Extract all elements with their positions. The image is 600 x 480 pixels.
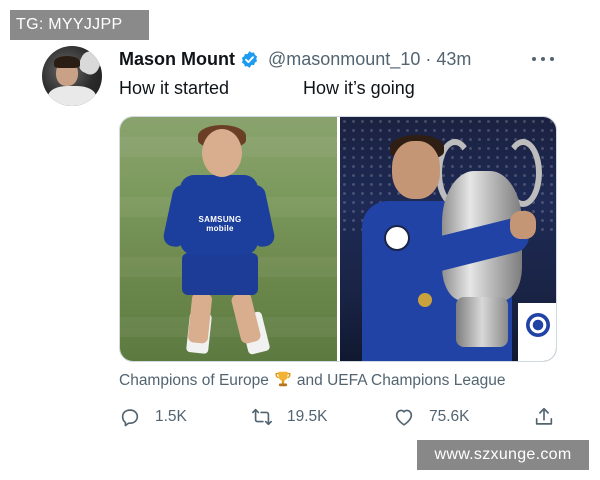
starball-icon — [526, 313, 550, 337]
bottom-watermark: www.szxunge.com — [417, 440, 589, 470]
medal — [418, 293, 432, 307]
avatar-shirt — [48, 86, 96, 106]
tweet-text-left: How it started — [119, 78, 230, 98]
more-dot — [541, 57, 545, 61]
avatar[interactable] — [42, 46, 102, 106]
header-separator: · — [425, 48, 432, 69]
retweet-icon — [252, 408, 272, 426]
avatar-hair — [54, 56, 80, 68]
tweet-actions: 1.5K 19.5K 75.6K — [119, 404, 559, 430]
more-options-icon[interactable] — [530, 50, 556, 68]
reply-button[interactable]: 1.5K — [119, 404, 187, 430]
caption-text-after: and UEFA Champions League — [296, 372, 506, 389]
tweet-text-right: How it’s going — [303, 78, 415, 98]
share-icon — [535, 407, 553, 425]
author-name[interactable]: Mason Mount — [119, 49, 235, 70]
verified-badge-icon — [240, 50, 259, 69]
tweet-media[interactable]: SAMSUNG mobile — [119, 116, 557, 362]
kid-shorts — [182, 253, 258, 295]
reply-count: 1.5K — [155, 408, 187, 425]
avatar-background-shape — [76, 48, 102, 78]
grass-stripe — [120, 317, 337, 337]
retweet-button[interactable]: 19.5K — [251, 404, 328, 430]
tweet-timestamp[interactable]: 43m — [436, 49, 471, 70]
more-dot — [532, 57, 536, 61]
player-hand — [510, 211, 536, 239]
reply-icon — [121, 409, 139, 427]
share-button[interactable] — [533, 404, 555, 430]
tweet-header: Mason Mount @masonmount_10 · 43m — [119, 48, 471, 70]
media-image-right[interactable] — [340, 117, 556, 361]
kid-head — [202, 129, 242, 177]
ucl-badge-icon — [384, 225, 410, 251]
heart-icon — [395, 409, 413, 426]
like-button[interactable]: 75.6K — [393, 404, 470, 430]
retweet-count: 19.5K — [287, 408, 328, 425]
trophy-base — [456, 297, 508, 347]
author-handle[interactable]: @masonmount_10 — [268, 49, 420, 70]
player-head — [392, 141, 440, 199]
more-dot — [550, 57, 554, 61]
media-caption: Champions of Europe and UEFA Champions L… — [119, 370, 505, 390]
like-count: 75.6K — [429, 408, 470, 425]
trophy-emoji-icon — [274, 370, 292, 388]
kid-shirt-sponsor: SAMSUNG mobile — [198, 215, 242, 233]
media-image-left[interactable]: SAMSUNG mobile — [120, 117, 337, 361]
top-watermark: TG: MYYJJPP — [10, 10, 149, 40]
caption-text-before: Champions of Europe — [119, 372, 269, 389]
